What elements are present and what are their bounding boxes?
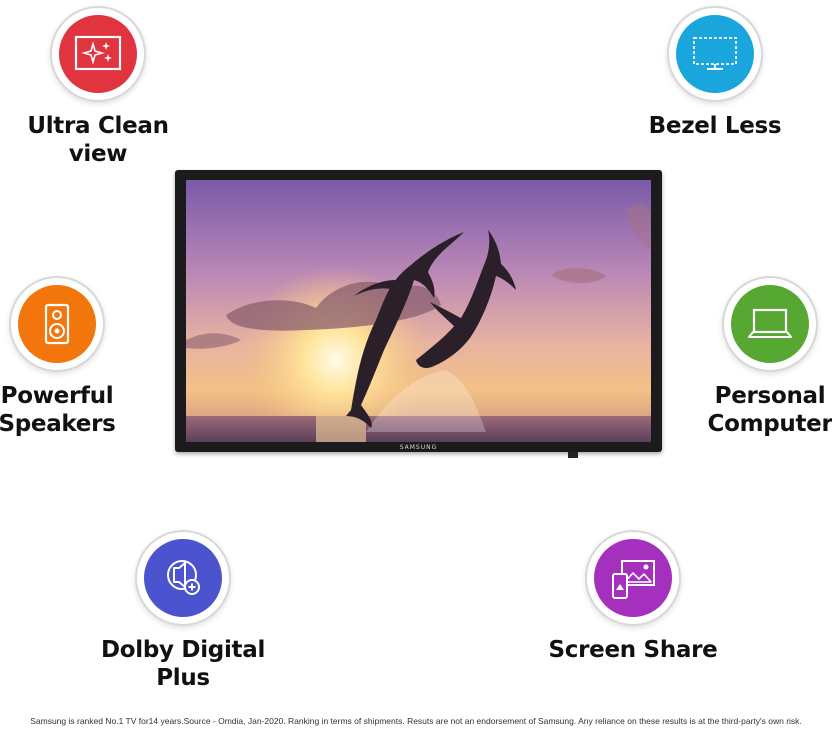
tv-brand-logo: SAMSUNG [399, 444, 438, 451]
personal-computer-badge [722, 276, 818, 372]
bezel-less-badge [667, 6, 763, 102]
speakers-badge [9, 276, 105, 372]
bezel-monitor-icon [676, 15, 754, 93]
ultra-clean-badge [50, 6, 146, 102]
sparkle-screen-icon [59, 15, 137, 93]
feature-dolby-digital-plus: Dolby Digital Plus [101, 530, 265, 692]
feature-screen-share: Screen Share [549, 530, 718, 664]
dolby-label: Dolby Digital Plus [100, 637, 266, 691]
feature-personal-computer: Personal Computer [706, 276, 832, 438]
bezel-less-label: Bezel Less [648, 113, 782, 139]
speaker-icon [18, 285, 96, 363]
tv-display: SAMSUNG [175, 170, 662, 458]
ultra-clean-label: Ultra Clean view [27, 113, 169, 167]
speakers-label: Powerful Speakers [0, 383, 116, 437]
feature-bezel-less: Bezel Less [648, 6, 782, 140]
screen-share-badge [585, 530, 681, 626]
personal-computer-label: Personal Computer [707, 383, 832, 437]
laptop-icon [731, 285, 809, 363]
tv-sensor [568, 452, 578, 458]
feature-ultra-clean-view: Ultra Clean view [27, 6, 169, 168]
dolphin-sunset-image [186, 180, 651, 442]
screen-share-icon [594, 539, 672, 617]
feature-powerful-speakers: Powerful Speakers [0, 276, 117, 438]
sound-plus-icon [144, 539, 222, 617]
screen-share-label: Screen Share [548, 637, 718, 663]
disclaimer-text: Samsung is ranked No.1 TV for14 years.So… [30, 716, 802, 726]
dolby-badge [135, 530, 231, 626]
